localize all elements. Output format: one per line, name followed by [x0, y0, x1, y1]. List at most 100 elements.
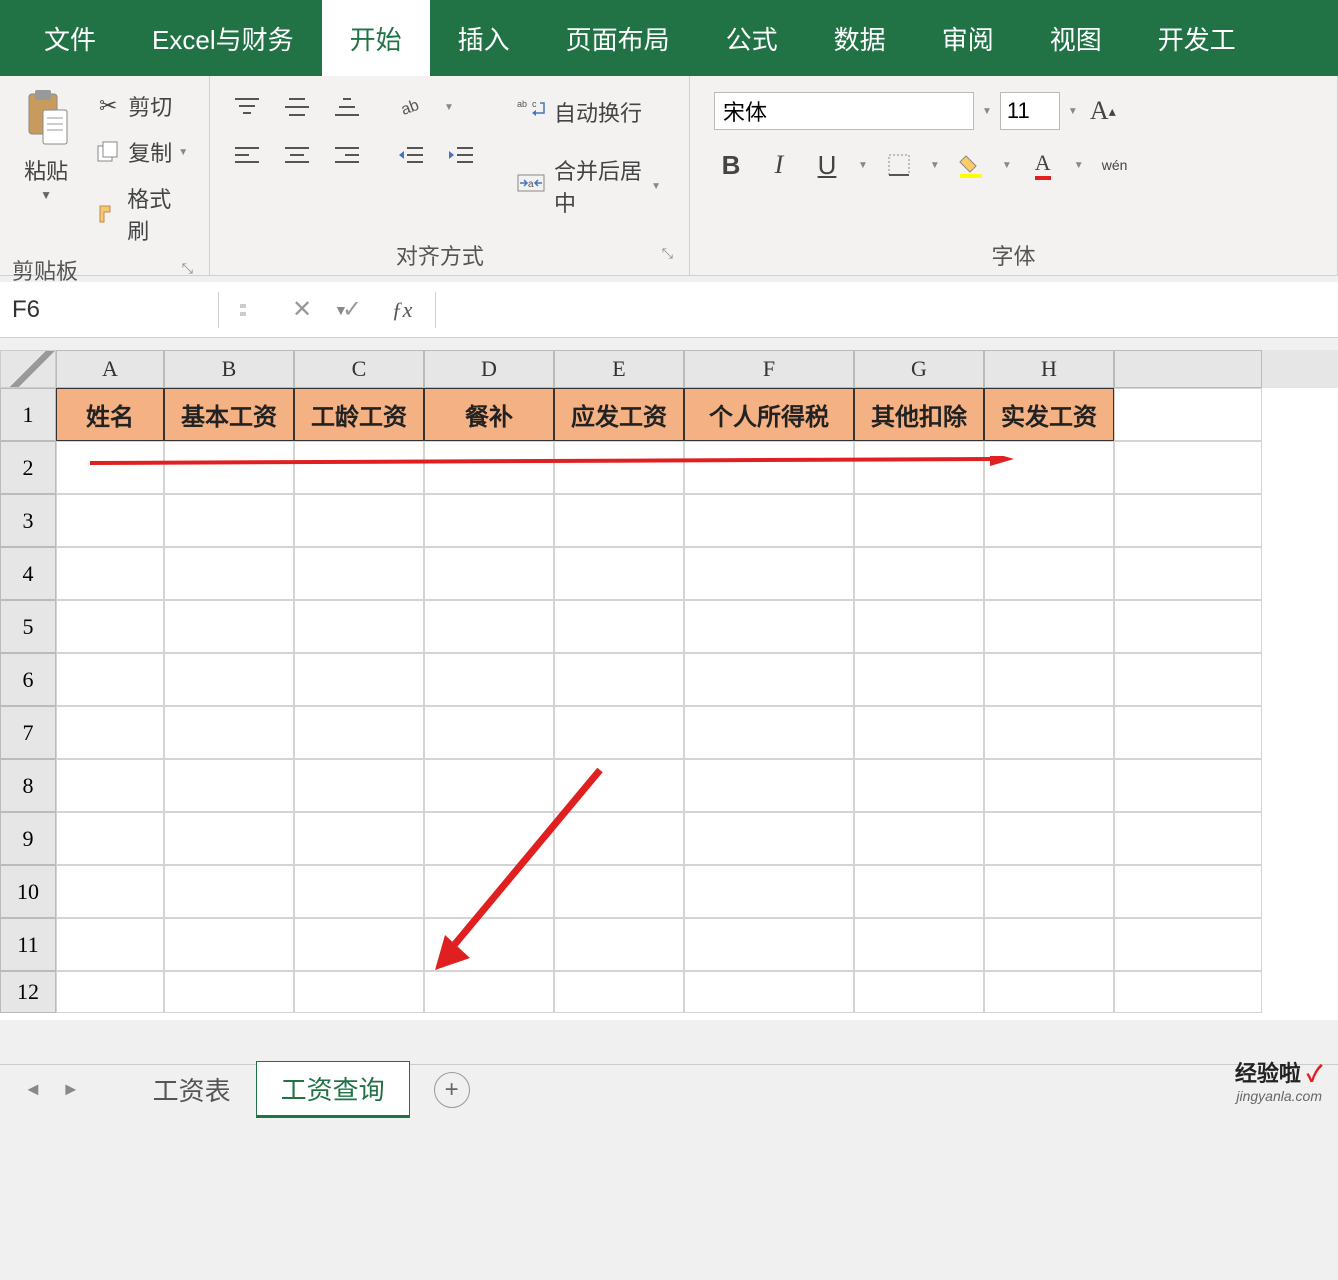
cell[interactable] — [684, 547, 854, 600]
cell[interactable] — [164, 918, 294, 971]
fill-color-dropdown-icon[interactable]: ▼ — [1002, 160, 1012, 171]
cell[interactable] — [424, 918, 554, 971]
sheet-nav-prev-icon[interactable]: ◄ — [24, 1079, 42, 1100]
tab-home[interactable]: 开始 — [322, 0, 430, 76]
cell-a1[interactable]: 姓名 — [56, 388, 164, 441]
cell[interactable] — [554, 547, 684, 600]
increase-indent-button[interactable] — [444, 140, 478, 170]
cell[interactable] — [56, 918, 164, 971]
name-box[interactable]: ▼ — [0, 290, 210, 330]
cell[interactable] — [854, 653, 984, 706]
tab-view[interactable]: 视图 — [1022, 0, 1130, 76]
cell[interactable] — [984, 865, 1114, 918]
cell[interactable] — [424, 706, 554, 759]
cell[interactable] — [554, 759, 684, 812]
column-header-h[interactable]: H — [984, 350, 1114, 388]
cell[interactable] — [424, 653, 554, 706]
cell[interactable] — [56, 706, 164, 759]
cell[interactable] — [164, 971, 294, 1013]
cell[interactable] — [1114, 494, 1262, 547]
cell[interactable] — [684, 759, 854, 812]
cell-d2[interactable] — [424, 441, 554, 494]
cell[interactable] — [854, 918, 984, 971]
row-header-12[interactable]: 12 — [0, 971, 56, 1013]
underline-button[interactable]: U — [810, 148, 844, 182]
cell[interactable] — [854, 706, 984, 759]
cell[interactable] — [294, 759, 424, 812]
row-header-5[interactable]: 5 — [0, 600, 56, 653]
cell[interactable] — [56, 865, 164, 918]
font-color-button[interactable]: A — [1026, 148, 1060, 182]
cell-g2[interactable] — [854, 441, 984, 494]
cell[interactable] — [684, 653, 854, 706]
sheet-nav-next-icon[interactable]: ► — [62, 1079, 80, 1100]
cell[interactable] — [424, 971, 554, 1013]
orientation-dropdown-icon[interactable]: ▼ — [444, 102, 454, 113]
column-header-c[interactable]: C — [294, 350, 424, 388]
cell[interactable] — [164, 653, 294, 706]
tab-developer[interactable]: 开发工 — [1130, 0, 1264, 76]
cell[interactable] — [294, 812, 424, 865]
align-bottom-button[interactable] — [330, 92, 364, 122]
cell[interactable] — [164, 865, 294, 918]
cell[interactable] — [1114, 759, 1262, 812]
cell[interactable] — [424, 759, 554, 812]
cell[interactable] — [554, 600, 684, 653]
fx-button[interactable]: ƒx — [377, 290, 427, 330]
font-color-dropdown-icon[interactable]: ▼ — [1074, 160, 1084, 171]
font-name-dropdown-icon[interactable]: ▼ — [982, 106, 992, 117]
cell[interactable] — [294, 653, 424, 706]
cell-f2[interactable] — [684, 441, 854, 494]
cell[interactable] — [554, 706, 684, 759]
cancel-icon[interactable]: ✕ — [277, 290, 327, 330]
cell-h1[interactable]: 实发工资 — [984, 388, 1114, 441]
font-size-input[interactable] — [1000, 92, 1060, 130]
cell[interactable] — [294, 494, 424, 547]
cell[interactable] — [424, 865, 554, 918]
cell[interactable] — [1114, 865, 1262, 918]
cell[interactable] — [854, 865, 984, 918]
cell[interactable] — [56, 600, 164, 653]
column-header-b[interactable]: B — [164, 350, 294, 388]
cell[interactable] — [164, 600, 294, 653]
column-header-f[interactable]: F — [684, 350, 854, 388]
cell[interactable] — [294, 918, 424, 971]
tab-review[interactable]: 审阅 — [914, 0, 1022, 76]
cell[interactable] — [554, 865, 684, 918]
row-header-10[interactable]: 10 — [0, 865, 56, 918]
row-header-3[interactable]: 3 — [0, 494, 56, 547]
column-header-a[interactable]: A — [56, 350, 164, 388]
cell[interactable] — [1114, 547, 1262, 600]
cell[interactable] — [684, 494, 854, 547]
cell[interactable] — [984, 971, 1114, 1013]
cell[interactable] — [984, 494, 1114, 547]
cell-i2[interactable] — [1114, 441, 1262, 494]
increase-font-button[interactable]: A▴ — [1086, 94, 1120, 128]
cell-e2[interactable] — [554, 441, 684, 494]
row-header-6[interactable]: 6 — [0, 653, 56, 706]
cell[interactable] — [854, 547, 984, 600]
fill-color-button[interactable] — [954, 148, 988, 182]
align-right-button[interactable] — [330, 140, 364, 170]
cell[interactable] — [424, 812, 554, 865]
cell[interactable] — [984, 706, 1114, 759]
row-header-4[interactable]: 4 — [0, 547, 56, 600]
cell[interactable] — [164, 759, 294, 812]
phonetic-guide-button[interactable]: wén — [1098, 148, 1132, 182]
align-top-button[interactable] — [230, 92, 264, 122]
align-left-button[interactable] — [230, 140, 264, 170]
cell[interactable] — [684, 600, 854, 653]
tab-insert[interactable]: 插入 — [430, 0, 538, 76]
cell-b2[interactable] — [164, 441, 294, 494]
cell[interactable] — [554, 653, 684, 706]
wrap-text-button[interactable]: abc 自动换行 — [512, 92, 665, 132]
cell[interactable] — [1114, 971, 1262, 1013]
cell[interactable] — [684, 812, 854, 865]
cell[interactable] — [854, 759, 984, 812]
cell[interactable] — [1114, 812, 1262, 865]
cell[interactable] — [1114, 706, 1262, 759]
cell[interactable] — [56, 653, 164, 706]
cell[interactable] — [424, 494, 554, 547]
cell[interactable] — [984, 918, 1114, 971]
cell[interactable] — [56, 971, 164, 1013]
